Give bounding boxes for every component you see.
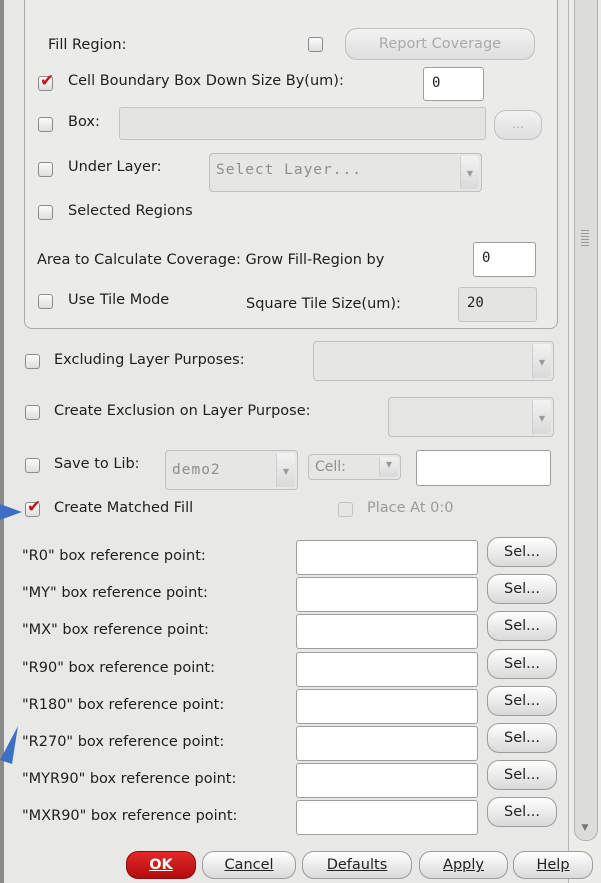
save-to-lib-checkbox[interactable] xyxy=(25,458,40,473)
chevron-down-icon: ▼ xyxy=(532,400,551,434)
report-coverage-checkbox[interactable] xyxy=(308,37,323,52)
ref-point-label: "R180" box reference point: xyxy=(22,697,225,713)
chevron-down-icon: ▼ xyxy=(460,156,479,189)
report-coverage-button[interactable]: Report Coverage xyxy=(345,28,535,60)
under-layer-select-value: Select Layer... xyxy=(216,162,362,178)
excluding-layer-purposes-label: Excluding Layer Purposes: xyxy=(54,352,245,368)
cell-boundary-checkbox[interactable] xyxy=(38,71,54,91)
box-label: Box: xyxy=(68,114,100,130)
ok-button-label: OK xyxy=(149,857,173,873)
chevron-down-icon: ▼ xyxy=(379,457,398,477)
scrollbar-grip-icon[interactable] xyxy=(581,230,589,248)
under-layer-checkbox[interactable] xyxy=(38,162,53,177)
ref-point-select-button[interactable]: Sel... xyxy=(487,649,557,679)
annotation-arrow-icon xyxy=(0,726,18,764)
defaults-button-label: Defaults xyxy=(326,857,388,873)
scroll-down-arrow-icon[interactable]: ▼ xyxy=(575,820,595,836)
ref-point-label: "MX" box reference point: xyxy=(22,622,209,638)
box-input[interactable] xyxy=(119,107,486,140)
ref-point-select-button[interactable]: Sel... xyxy=(487,723,557,753)
tile-size-label: Square Tile Size(um): xyxy=(246,296,401,312)
ref-point-select-button[interactable]: Sel... xyxy=(487,797,557,827)
place-at-origin-label: Place At 0:0 xyxy=(367,500,454,516)
chevron-down-icon: ▼ xyxy=(532,344,551,378)
ref-point-input[interactable] xyxy=(296,614,478,649)
tile-mode-label: Use Tile Mode xyxy=(68,292,170,308)
ref-point-select-button[interactable]: Sel... xyxy=(487,537,557,567)
annotation-arrow-icon xyxy=(0,504,22,520)
selected-regions-label: Selected Regions xyxy=(68,203,193,219)
help-button-label: Help xyxy=(536,857,570,873)
selected-regions-checkbox[interactable] xyxy=(38,205,53,220)
apply-button-label: Apply xyxy=(443,857,484,873)
box-checkbox[interactable] xyxy=(38,117,53,132)
library-select-value: demo2 xyxy=(172,462,221,478)
ref-point-label: "R0" box reference point: xyxy=(22,548,206,564)
cell-name-input[interactable] xyxy=(416,450,551,486)
create-matched-fill-label: Create Matched Fill xyxy=(54,500,194,516)
save-to-lib-label: Save to Lib: xyxy=(54,456,140,472)
grow-fill-region-input[interactable]: 0 xyxy=(473,242,536,277)
ref-point-input[interactable] xyxy=(296,652,478,687)
under-layer-select[interactable]: Select Layer... ▼ xyxy=(209,153,482,192)
excluding-layer-purposes-checkbox[interactable] xyxy=(25,354,40,369)
ref-point-select-button[interactable]: Sel... xyxy=(487,760,557,790)
place-at-origin-checkbox[interactable] xyxy=(338,502,353,517)
ok-button[interactable]: OK xyxy=(126,851,196,879)
excluding-layer-purposes-select[interactable]: ▼ xyxy=(313,341,554,381)
ref-point-label: "R270" box reference point: xyxy=(22,734,225,750)
apply-button[interactable]: Apply xyxy=(419,851,508,879)
cancel-button[interactable]: Cancel xyxy=(202,851,296,879)
ref-point-label: "MYR90" box reference point: xyxy=(22,771,237,787)
under-layer-label: Under Layer: xyxy=(68,159,162,175)
tile-size-input[interactable]: 20 xyxy=(458,287,537,322)
ref-point-select-button[interactable]: Sel... xyxy=(487,574,557,604)
box-browse-button[interactable]: ... xyxy=(494,110,542,140)
ref-point-label: "MXR90" box reference point: xyxy=(22,808,238,824)
ref-point-label: "MY" box reference point: xyxy=(22,585,208,601)
ref-point-select-button[interactable]: Sel... xyxy=(487,611,557,641)
area-coverage-label: Area to Calculate Coverage: Grow Fill-Re… xyxy=(37,252,385,268)
tile-mode-checkbox[interactable] xyxy=(38,294,53,309)
cancel-button-label: Cancel xyxy=(224,857,274,873)
ref-point-input[interactable] xyxy=(296,540,478,575)
ref-point-input[interactable] xyxy=(296,763,478,798)
ref-point-input[interactable] xyxy=(296,726,478,761)
vertical-scrollbar[interactable] xyxy=(574,0,598,841)
cell-boundary-size-input[interactable]: 0 xyxy=(423,67,484,101)
create-exclusion-label: Create Exclusion on Layer Purpose: xyxy=(54,403,311,419)
ref-point-input[interactable] xyxy=(296,800,478,835)
create-exclusion-checkbox[interactable] xyxy=(25,405,40,420)
ref-point-input[interactable] xyxy=(296,577,478,612)
chevron-down-icon: ▼ xyxy=(276,453,295,487)
help-button[interactable]: Help xyxy=(513,851,593,879)
library-select[interactable]: demo2 ▼ xyxy=(165,450,298,490)
ref-point-select-button[interactable]: Sel... xyxy=(487,686,557,716)
fill-region-label: Fill Region: xyxy=(48,37,127,53)
cell-select-label: Cell: xyxy=(315,459,346,475)
exclusion-layer-purpose-select[interactable]: ▼ xyxy=(388,397,554,437)
ref-point-input[interactable] xyxy=(296,689,478,724)
defaults-button[interactable]: Defaults xyxy=(302,851,412,879)
cell-boundary-label: Cell Boundary Box Down Size By(um): xyxy=(68,73,344,89)
ref-point-label: "R90" box reference point: xyxy=(22,660,216,676)
cell-select[interactable]: Cell: ▼ xyxy=(308,454,401,480)
